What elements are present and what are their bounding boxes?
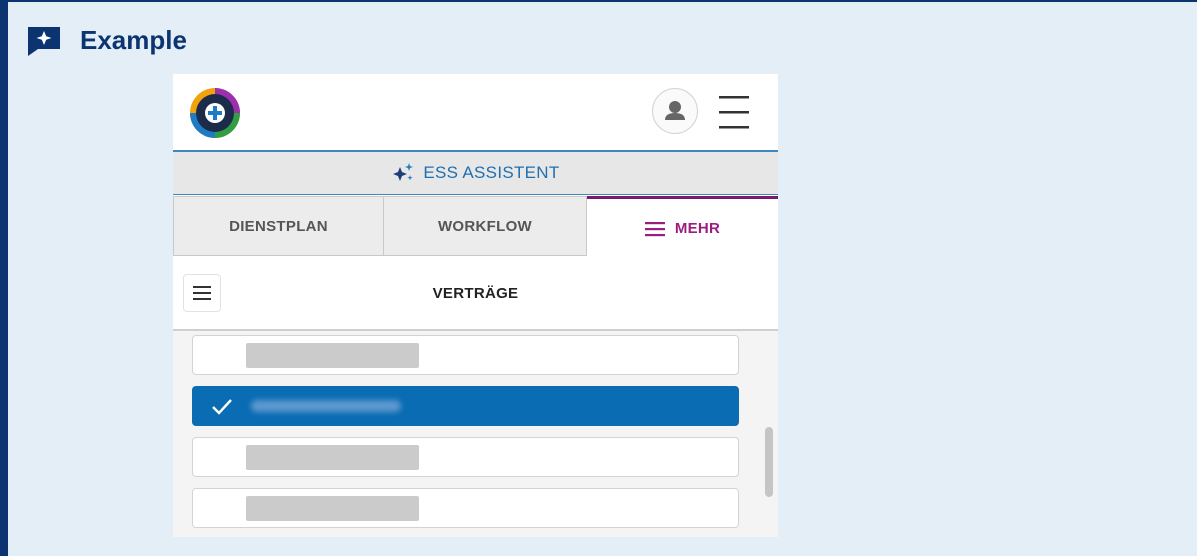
user-icon <box>665 101 685 120</box>
tab-label: WORKFLOW <box>437 217 533 235</box>
hamburger-icon <box>644 221 665 236</box>
sparkles-icon <box>393 163 414 181</box>
callout-title: Example <box>80 24 187 55</box>
example-callout: Example ESS ASSISTENT DIENSTPLAN WORKFLO… <box>0 0 1197 556</box>
redacted-text <box>246 343 419 368</box>
tab-label: MEHR <box>674 220 721 237</box>
app-screenshot: ESS ASSISTENT DIENSTPLAN WORKFLOW MEHR V… <box>173 74 778 537</box>
contract-list-item[interactable] <box>192 335 739 375</box>
contract-list-item-selected[interactable] <box>192 386 739 426</box>
redacted-text <box>246 445 419 470</box>
tab-workflow[interactable]: WORKFLOW <box>383 196 587 256</box>
contract-list-item[interactable] <box>192 437 739 477</box>
contract-list-item[interactable] <box>192 488 739 528</box>
ess-assistant-label: ESS ASSISTENT <box>423 163 560 182</box>
main-tabs: DIENSTPLAN WORKFLOW MEHR <box>173 196 778 258</box>
callout-header: Example <box>26 24 187 56</box>
check-icon <box>212 399 232 415</box>
hamburger-icon <box>193 286 211 300</box>
tab-mehr[interactable]: MEHR <box>587 196 778 258</box>
section-header: VERTRÄGE <box>173 258 778 331</box>
scrollbar-thumb[interactable] <box>765 427 773 497</box>
redacted-text <box>251 400 401 412</box>
user-avatar-button[interactable] <box>652 88 698 134</box>
app-top-bar <box>173 74 778 152</box>
optimized-by-intec-logo[interactable] <box>190 88 240 138</box>
hamburger-icon <box>719 96 749 129</box>
section-title: VERTRÄGE <box>432 285 519 302</box>
section-menu-button[interactable] <box>183 274 221 312</box>
sparkle-chat-icon <box>26 25 62 56</box>
main-menu-button[interactable] <box>719 94 749 130</box>
contract-list <box>173 331 778 537</box>
tab-label: DIENSTPLAN <box>229 217 328 235</box>
redacted-text <box>246 496 419 521</box>
tab-dienstplan[interactable]: DIENSTPLAN <box>173 196 384 256</box>
ess-assistant-button[interactable]: ESS ASSISTENT <box>173 152 778 195</box>
